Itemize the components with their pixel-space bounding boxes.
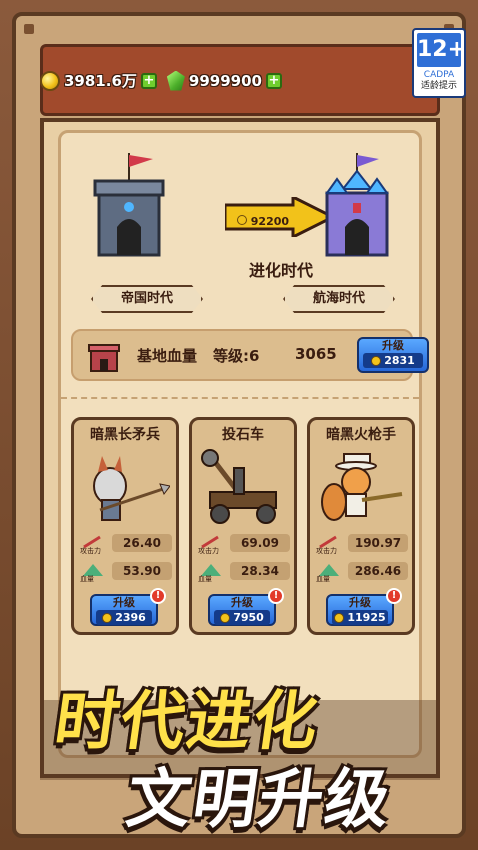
upgrade-label: 升级: [349, 596, 371, 609]
hp-stat: 血量 53.90: [80, 562, 172, 584]
coin-icon: [371, 355, 382, 366]
base-hp-value: 3065: [295, 345, 337, 363]
add-gold-button[interactable]: +: [140, 72, 157, 89]
attack-value: 26.40: [112, 534, 172, 552]
base-upgrade-button[interactable]: 升级 2831: [357, 337, 429, 373]
hp-label: 血量: [198, 575, 212, 583]
unit-upgrade-button[interactable]: 升级 7950: [208, 594, 276, 626]
coin-icon: [236, 215, 247, 225]
attack-label: 攻击力: [198, 547, 219, 555]
next-era-tag: 航海时代: [283, 285, 395, 313]
age-rating-number: 12+: [417, 33, 466, 67]
attack-label: 攻击力: [80, 547, 101, 555]
age-rating-badge: 12+ CADPA 适龄提示: [412, 28, 466, 98]
unit-card[interactable]: 暗黑火枪手 攻击力 190.97 血量 286.46 升级 11925 !: [307, 417, 415, 635]
section-divider: [61, 397, 419, 399]
unit-name: 暗黑长矛兵: [90, 427, 160, 443]
age-rating-org: CADPA: [423, 70, 455, 80]
upgrade-label: 升级: [231, 596, 253, 609]
upgrade-cost-value: 7950: [233, 611, 264, 624]
hp-label: 血量: [80, 575, 94, 583]
add-gem-button[interactable]: +: [265, 72, 282, 89]
upgrade-cost-value: 11925: [347, 611, 386, 624]
currency-bar: 3981.6万 + 9999900 +: [40, 70, 282, 91]
upgrade-label: 升级: [382, 339, 404, 352]
evolve-cost-value: 92200: [250, 215, 290, 228]
current-era-tag: 帝国时代: [91, 285, 203, 313]
attack-value: 190.97: [348, 534, 408, 552]
upgrade-cost-value: 2831: [384, 354, 415, 367]
unit-card[interactable]: 投石车 攻击力 69.09 血量 28.34 升级 7950 !: [189, 417, 297, 635]
hp-value: 286.46: [348, 562, 408, 580]
hp-value: 53.90: [112, 562, 172, 580]
empire-tower-icon: [89, 149, 169, 259]
attack-stat: 攻击力 26.40: [80, 534, 172, 556]
attack-stat: 攻击力 69.09: [198, 534, 290, 556]
alert-badge: !: [150, 588, 166, 604]
gem-amount: 9999900: [188, 71, 262, 90]
upgrade-cost: 2396: [96, 610, 152, 625]
base-castle-icon: [87, 339, 121, 373]
evolve-label: 进化时代: [248, 261, 313, 280]
hp-label: 血量: [316, 575, 330, 583]
base-hp-label: 基地血量: [137, 347, 198, 365]
attack-stat: 攻击力 190.97: [316, 534, 408, 556]
musketeer-icon: [316, 448, 406, 528]
upgrade-cost: 2831: [363, 353, 423, 368]
evolution-inner-panel: 92200 进化时代 帝国时代 航海时代 基地血量 等级:6 3065 升级 2…: [58, 130, 429, 758]
hp-stat: 血量 28.34: [198, 562, 290, 584]
navigation-tower-icon: [317, 149, 397, 259]
catapult-icon: [198, 448, 288, 528]
alert-badge: !: [268, 588, 284, 604]
unit-name: 投石车: [222, 427, 264, 443]
rivet-decoration: [24, 24, 34, 34]
alert-badge: !: [386, 588, 402, 604]
age-rating-tip: 适龄提示: [420, 81, 457, 91]
spearman-icon: [80, 448, 171, 528]
evolve-cost: 92200: [223, 215, 303, 228]
upgrade-cost: 11925: [332, 610, 388, 625]
upgrade-cost: 7950: [214, 610, 270, 625]
base-level: 等级:6: [213, 347, 260, 365]
upgrade-label: 升级: [113, 596, 135, 609]
attack-label: 攻击力: [316, 547, 337, 555]
promo-line-2: 文明升级: [121, 763, 397, 837]
gem-icon: [166, 70, 185, 91]
gold-coin-icon: [40, 70, 60, 91]
unit-card[interactable]: 暗黑长矛兵 攻击力 26.40 血量 53.90 升级 2396 !: [71, 417, 179, 635]
base-hp-row: 基地血量 等级:6 3065 升级 2831: [71, 329, 429, 381]
gold-amount: 3981.6万: [64, 72, 137, 90]
unit-upgrade-button[interactable]: 升级 2396: [90, 594, 158, 626]
unit-name: 暗黑火枪手: [326, 427, 396, 443]
hp-value: 28.34: [230, 562, 290, 580]
coin-icon: [102, 612, 113, 623]
upgrade-cost-value: 2396: [115, 611, 146, 624]
attack-value: 69.09: [230, 534, 290, 552]
unit-upgrade-button[interactable]: 升级 11925: [326, 594, 394, 626]
coin-icon: [220, 612, 231, 623]
hp-stat: 血量 286.46: [316, 562, 408, 584]
coin-icon: [334, 612, 345, 623]
